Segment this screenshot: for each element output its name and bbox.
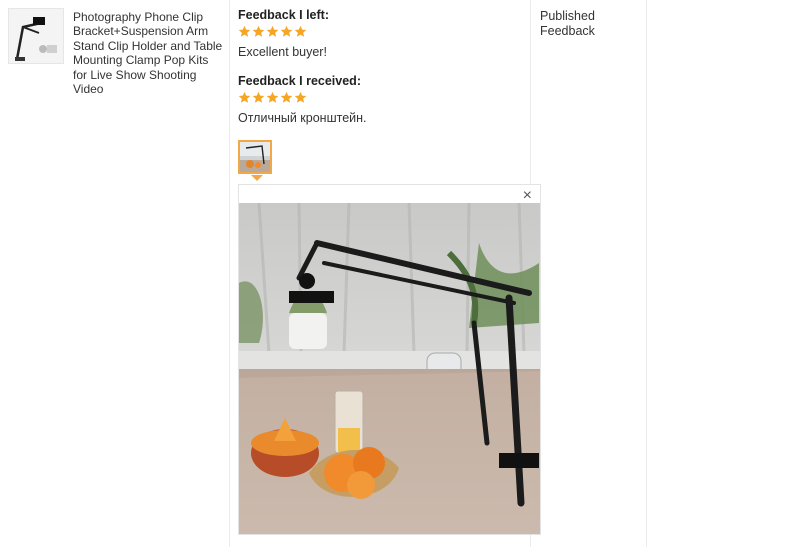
feedback-left-heading: Feedback I left: xyxy=(238,8,329,22)
star-icon xyxy=(294,25,307,37)
feedback-status: Published Feedback xyxy=(540,9,595,38)
product-title-link[interactable]: Photography Phone Clip Bracket+Suspensio… xyxy=(73,10,223,96)
review-photo-thumbnail[interactable] xyxy=(238,140,272,174)
star-icon xyxy=(294,91,307,103)
review-photo-large xyxy=(239,203,540,534)
feedback-received-heading: Feedback I received: xyxy=(238,74,361,88)
review-photo-large-icon xyxy=(239,203,540,534)
star-icon xyxy=(238,25,251,37)
feedback-left-stars xyxy=(238,25,538,38)
feedback-received-stars xyxy=(238,91,538,104)
star-icon xyxy=(280,25,293,37)
product-thumbnail[interactable] xyxy=(8,8,64,64)
column-divider xyxy=(646,0,647,547)
photo-pointer-caret xyxy=(251,175,263,181)
star-icon xyxy=(252,25,265,37)
star-icon xyxy=(266,25,279,37)
feedback-cell: Feedback I left: Excellent buyer! Feedba… xyxy=(238,8,538,140)
feedback-received-text: Отличный кронштейн. xyxy=(238,111,367,125)
phone-clip-stand-image-icon xyxy=(9,9,63,63)
photo-viewer: × xyxy=(238,184,541,535)
star-icon xyxy=(280,91,293,103)
star-icon xyxy=(266,91,279,103)
star-icon xyxy=(252,91,265,103)
column-divider xyxy=(229,0,230,547)
feedback-left-text: Excellent buyer! xyxy=(238,45,327,59)
review-photo-icon xyxy=(240,142,270,172)
star-icon xyxy=(238,91,251,103)
